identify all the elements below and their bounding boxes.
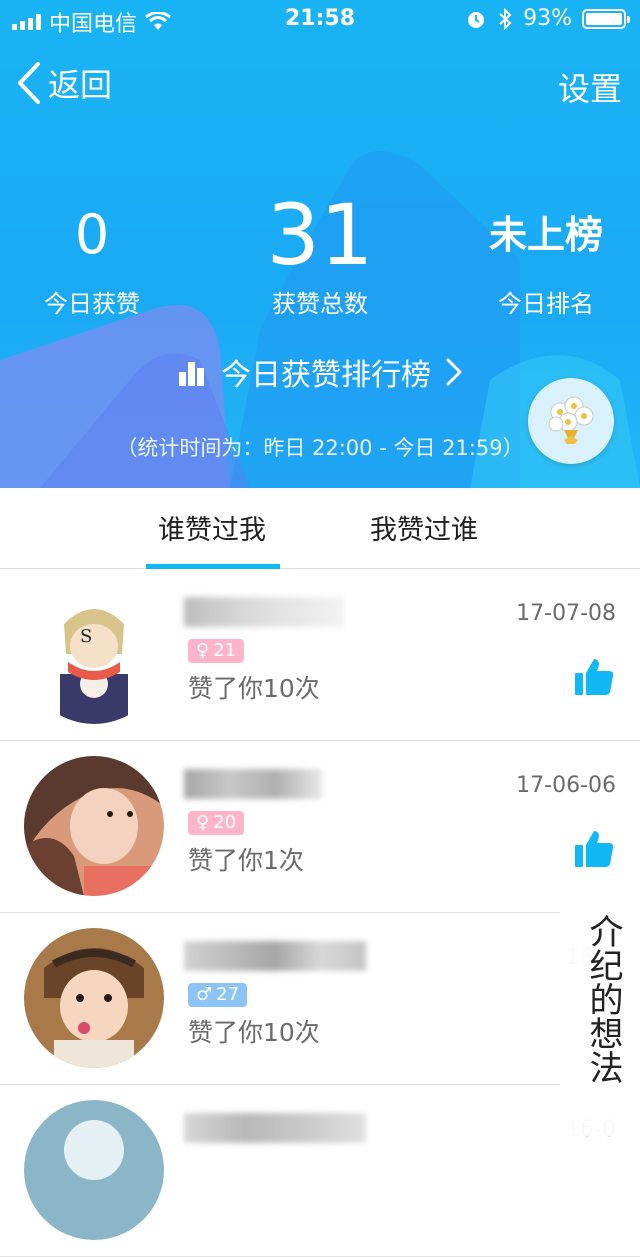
- list-item[interactable]: S ♀ 21 赞了你10次 17-07-08: [0, 569, 640, 741]
- gender-age-badge: ♂ 27: [188, 983, 248, 1007]
- chevron-right-icon: [446, 358, 462, 386]
- like-back-button[interactable]: [574, 657, 614, 701]
- thumbs-up-icon: [575, 831, 614, 867]
- avatar-image: S: [24, 584, 164, 724]
- total-likes-label: 获赞总数: [272, 290, 368, 318]
- tab-bar: 谁赞过我 我赞过谁: [0, 488, 640, 569]
- svg-text:S: S: [80, 626, 92, 647]
- today-likes-stat: 0 今日获赞: [0, 190, 192, 319]
- age-value: 20: [213, 812, 237, 833]
- username-obscured: [184, 1113, 366, 1143]
- avatar-image: [24, 928, 164, 1068]
- chevron-left-icon: [18, 62, 40, 104]
- bouquet-button[interactable]: [528, 378, 614, 464]
- female-icon: ♀: [196, 640, 210, 661]
- avatar-image: [24, 1100, 164, 1240]
- like-date: 17-07-08: [516, 601, 616, 626]
- watermark: 介纪的想法: [560, 908, 640, 1136]
- bluetooth-icon: [499, 7, 512, 30]
- like-date: 17-06-06: [516, 773, 616, 798]
- ranking-link-label: 今日获赞排行榜: [221, 358, 431, 393]
- gender-age-badge: ♀ 21: [188, 639, 245, 663]
- header: 中国电信 21:58 93% 返回 设置 0 今日获赞 31 获赞总数 未上榜 …: [0, 0, 640, 488]
- battery-percent: 93%: [523, 6, 572, 31]
- age-value: 27: [216, 984, 240, 1005]
- back-button[interactable]: 返回: [16, 60, 112, 106]
- back-label: 返回: [48, 66, 113, 104]
- male-icon: ♂: [196, 984, 213, 1005]
- today-likes-label: 今日获赞: [44, 290, 140, 318]
- female-icon: ♀: [196, 812, 210, 833]
- likes-list: S ♀ 21 赞了你10次 17-07-08 ♀ 20 赞了你1次 17-06-…: [0, 569, 640, 1257]
- today-rank-value: 未上榜: [488, 213, 603, 257]
- avatar[interactable]: S: [24, 584, 164, 724]
- alarm-icon: [468, 11, 485, 28]
- list-item[interactable]: 16-0: [0, 1085, 640, 1257]
- like-back-button[interactable]: [574, 829, 614, 873]
- avatar[interactable]: [24, 756, 164, 896]
- bar-chart-icon: [179, 362, 204, 386]
- settings-button[interactable]: 设置: [558, 64, 622, 110]
- avatar-image: [24, 756, 164, 896]
- avatar[interactable]: [24, 1100, 164, 1240]
- like-count-text: 赞了你10次: [188, 1018, 320, 1047]
- battery-icon: [582, 8, 630, 29]
- like-count-text: 赞了你1次: [188, 846, 304, 875]
- today-rank-stat: 未上榜 今日排名: [446, 190, 640, 319]
- list-item[interactable]: ♂ 27 赞了你10次 16-0: [0, 913, 640, 1085]
- age-value: 21: [213, 640, 237, 661]
- total-likes-stat: 31 获赞总数: [220, 190, 420, 319]
- watermark-text: 介纪的想法: [583, 914, 623, 1084]
- avatar[interactable]: [24, 928, 164, 1068]
- today-likes-value: 0: [74, 203, 110, 266]
- status-bar: 中国电信 21:58 93%: [0, 0, 640, 40]
- thumbs-up-icon: [575, 659, 614, 695]
- tab-who-liked-me[interactable]: 谁赞过我: [158, 508, 266, 547]
- flower-bouquet-icon: [548, 396, 594, 444]
- list-item[interactable]: ♀ 20 赞了你1次 17-06-06: [0, 741, 640, 913]
- like-count-text: 赞了你10次: [188, 674, 320, 703]
- tab-who-i-liked[interactable]: 我赞过谁: [370, 508, 478, 547]
- username-obscured: [184, 597, 344, 627]
- today-rank-label: 今日排名: [498, 290, 594, 318]
- username-obscured: [184, 769, 322, 799]
- gender-age-badge: ♀ 20: [188, 811, 245, 835]
- username-obscured: [184, 941, 366, 971]
- total-likes-value: 31: [266, 186, 374, 284]
